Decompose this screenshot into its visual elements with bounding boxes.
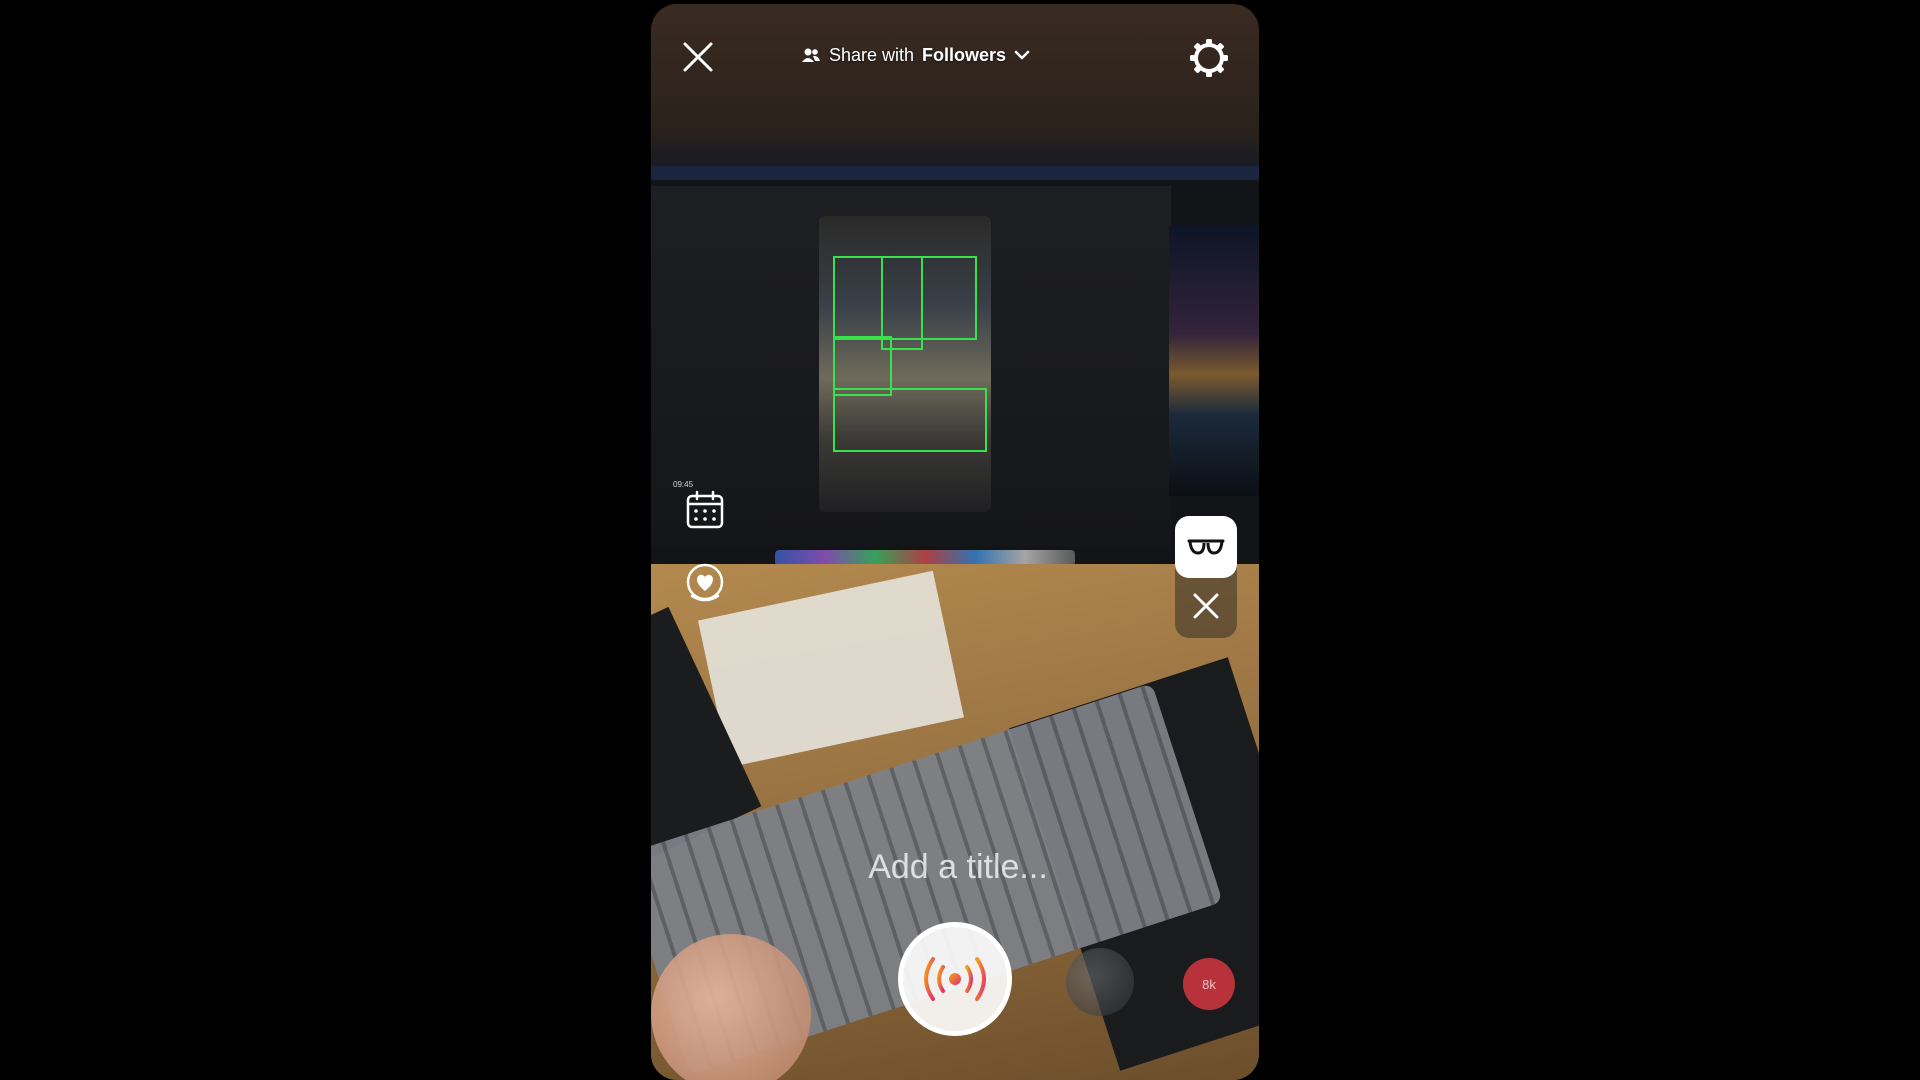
share-prefix-label: Share with [829, 44, 915, 65]
heart-bubble-icon [686, 563, 724, 602]
close-button[interactable] [681, 40, 715, 74]
share-audience-label: Followers [922, 44, 1007, 65]
fundraiser-button[interactable] [683, 562, 727, 606]
monitor-background [651, 166, 1259, 566]
avatar[interactable] [1066, 948, 1134, 1016]
monitor-menubar [651, 166, 1259, 180]
glasses-icon [1187, 539, 1225, 555]
detection-box [833, 336, 892, 396]
share-audience-selector[interactable]: Share with Followers [801, 42, 1030, 68]
live-broadcast-icon [924, 957, 986, 1001]
chevron-down-icon [1014, 50, 1030, 60]
remove-effect-button[interactable] [1190, 590, 1222, 622]
schedule-button[interactable] [683, 488, 727, 532]
monitor-screen [651, 186, 1171, 566]
go-live-button[interactable] [898, 922, 1012, 1036]
people-icon [802, 48, 820, 62]
viewer-count-badge[interactable]: 8k [1183, 958, 1235, 1010]
nested-phone-preview [819, 216, 991, 512]
settings-button[interactable] [1189, 38, 1229, 78]
effects-panel [1175, 516, 1237, 638]
hand [651, 934, 811, 1080]
window-city-view [1169, 226, 1259, 496]
gear-icon [1190, 39, 1228, 77]
glasses-effect-button[interactable] [1175, 516, 1237, 578]
live-camera-screen: Share with Followers 09:45 Add a title..… [651, 4, 1259, 1080]
calendar-icon [686, 490, 724, 529]
title-input[interactable] [791, 844, 1125, 890]
close-icon [683, 42, 713, 72]
detection-box [833, 388, 987, 452]
close-icon [1193, 593, 1219, 619]
